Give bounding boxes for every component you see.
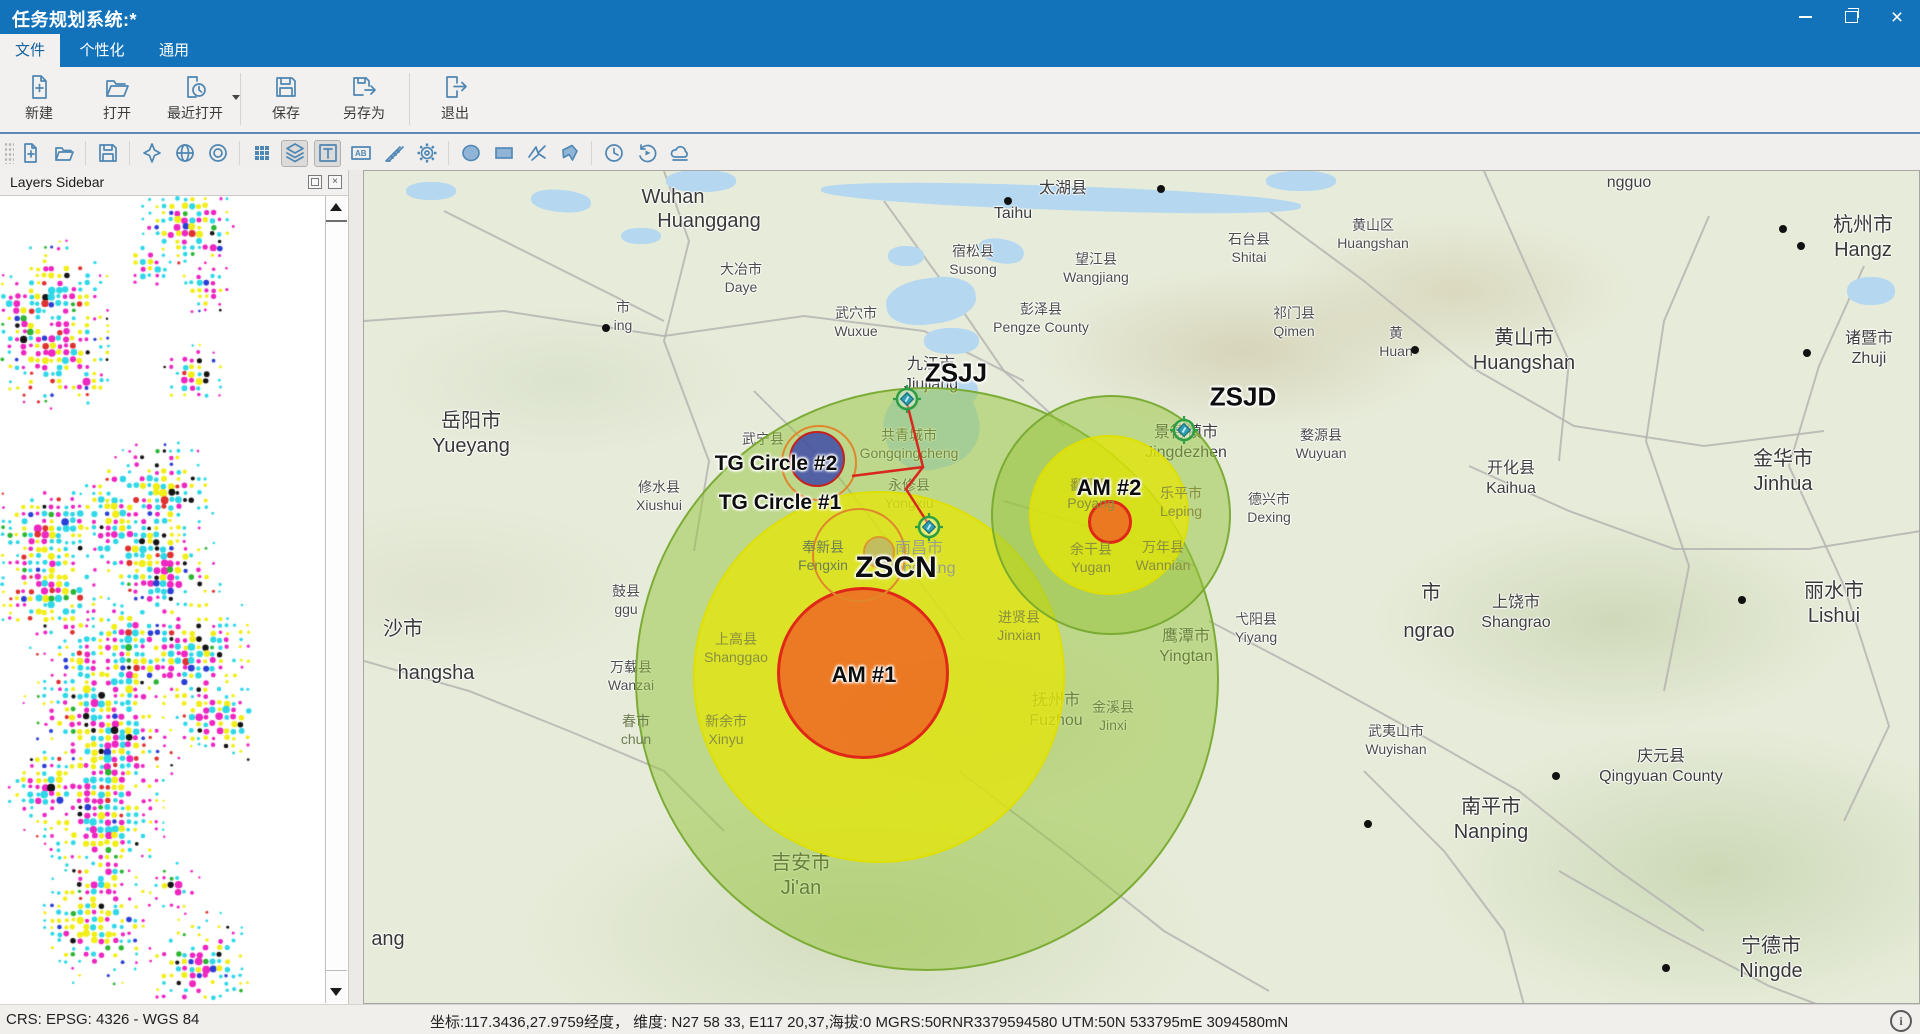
ribbon-separator [409,73,410,125]
menu-bar: 文件 个性化 通用 [0,34,1920,67]
exit-button[interactable]: 退出 [416,71,494,125]
sidebar-header: Layers Sidebar × [0,170,348,196]
grid-icon[interactable] [248,140,275,167]
ribbon-button-label: 最近打开 [167,103,223,123]
ribbon-separator [240,73,241,125]
tab-general[interactable]: 通用 [144,34,204,67]
mission-label-am-1[interactable]: AM #1 [832,662,897,688]
exit-icon [441,73,469,101]
toolbar-separator [129,141,130,165]
mission-label-am-2[interactable]: AM #2 [1077,475,1142,501]
close-button[interactable]: × [1874,0,1920,34]
new-doc-icon [25,73,53,101]
sidebar-content[interactable] [0,196,324,1003]
scroll-down-arrow-icon[interactable] [330,988,342,996]
polygon-tool-icon[interactable] [556,140,583,167]
toolbar-separator [591,141,592,165]
globe-icon[interactable] [171,140,198,167]
mission-label-tg-circle-2[interactable]: TG Circle #2 [715,452,838,476]
gear-icon[interactable] [413,140,440,167]
open-folder-icon [103,73,131,101]
minimize-icon [1799,16,1812,18]
label-ab-icon[interactable]: AB [347,140,374,167]
sidebar-title: Layers Sidebar [10,174,104,190]
ellipse-tool-icon[interactable] [457,140,484,167]
ribbon-toolbar: 新建 打开 最近打开 保存 另存为 退出 [0,67,1920,134]
save-icon[interactable] [94,140,121,167]
text-tool-icon[interactable] [314,140,341,167]
new-file-icon[interactable] [17,140,44,167]
ribbon-button-label: 新建 [25,103,53,123]
ribbon-button-label: 另存为 [343,103,385,123]
sidebar-scrollbar[interactable] [325,196,347,1003]
open-folder-button[interactable]: 打开 [78,71,156,125]
recent-button[interactable]: 最近打开 [156,71,234,125]
toolbar-separator [239,141,240,165]
window-title: 任务规划系统:* [12,6,137,32]
svg-text:AB: AB [355,149,367,158]
rect-tool-icon[interactable] [490,140,517,167]
scroll-up-arrow-icon[interactable] [330,203,342,211]
restore-icon [1845,11,1858,23]
mission-label-zsjj[interactable]: ZSJJ [925,358,987,389]
ruler-icon[interactable] [380,140,407,167]
clock-icon[interactable] [600,140,627,167]
new-doc-button[interactable]: 新建 [0,71,78,125]
waypoint-zsjd-icon[interactable] [1167,413,1201,447]
history-icon[interactable] [633,140,660,167]
sidebar-close-button[interactable]: × [328,175,342,189]
toolbar-separator [448,141,449,165]
application-window: 任务规划系统:* × 文件 个性化 通用 新建打开最近打开保存另存为退出 AB … [0,0,1920,1034]
waypoint-yongxiu-icon[interactable] [912,510,946,544]
sidebar-float-button[interactable] [308,175,322,189]
save-icon [272,73,300,101]
scrollbar-thumb[interactable] [326,220,347,971]
save-as-button[interactable]: 另存为 [325,71,403,125]
maximize-button[interactable] [1828,0,1874,34]
dropdown-arrow-icon[interactable] [232,95,240,100]
ribbon-button-label: 打开 [103,103,131,123]
layers-icon[interactable] [281,140,308,167]
crs-status-text: CRS: EPSG: 4326 - WGS 84 [6,1011,199,1028]
target-icon[interactable] [204,140,231,167]
quick-access-toolbar: AB [0,136,1920,171]
airplane-icon[interactable] [138,140,165,167]
layers-sidebar-panel: Layers Sidebar × [0,170,349,1004]
tab-personalize[interactable]: 个性化 [64,34,139,67]
layers-preview-halftone [0,196,324,1003]
save-as-icon [350,73,378,101]
waypoint-zsjj-icon[interactable] [890,382,924,416]
open-folder-icon[interactable] [50,140,77,167]
mission-label-tg-circle-1[interactable]: TG Circle #1 [719,491,842,515]
info-icon[interactable]: i [1890,1010,1912,1032]
map-canvas[interactable]: WuhanHuanggang岳阳市Yueyang杭州市Hangz黄山市Huang… [363,170,1920,1004]
routes-layer [364,171,1920,1004]
minimize-button[interactable] [1782,0,1828,34]
toolbar-drag-handle[interactable] [4,142,14,164]
mission-label-zsjd[interactable]: ZSJD [1210,382,1276,413]
toolbar-separator [85,141,86,165]
polyline-tool-icon[interactable] [523,140,550,167]
title-bar: 任务规划系统:* × [0,0,1920,34]
panel-splitter[interactable] [349,170,363,1004]
ribbon-button-label: 退出 [441,103,469,123]
close-icon: × [1891,7,1903,28]
save-button[interactable]: 保存 [247,71,325,125]
cloud-icon[interactable] [666,140,693,167]
tab-file[interactable]: 文件 [0,34,60,67]
status-bar: CRS: EPSG: 4326 - WGS 84 坐标:117.3436,27.… [0,1004,1920,1034]
ribbon-button-label: 保存 [272,103,300,123]
coordinate-status-text: 坐标:117.3436,27.9759经度， 维度: N27 58 33, E1… [430,1011,1288,1032]
recent-icon [181,73,209,101]
mission-label-zscn[interactable]: ZSCN [855,551,937,585]
